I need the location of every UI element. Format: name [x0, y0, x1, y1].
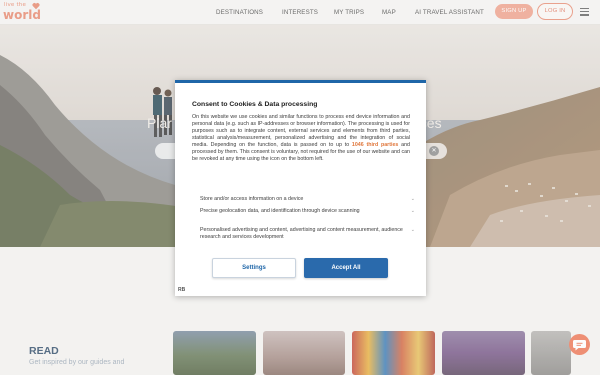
consent-option-storage[interactable]: Store and/or access information on a dev… [200, 196, 415, 203]
consent-option-label: Store and/or access information on a dev… [200, 196, 304, 202]
consent-option-label: Personalised advertising and content, ad… [200, 227, 403, 240]
consent-option-label: Precise geolocation data, and identifica… [200, 208, 360, 214]
accept-all-button[interactable]: Accept All [304, 258, 388, 278]
third-parties-link[interactable]: 1046 third parties [352, 142, 398, 148]
cookie-consent-dialog: Consent to Cookies & Data processing On … [175, 80, 426, 296]
chevron-down-icon: ⌄ [410, 227, 415, 233]
consent-option-advertising[interactable]: Personalised advertising and content, ad… [200, 227, 415, 241]
settings-button[interactable]: Settings [212, 258, 296, 278]
chevron-down-icon: ⌄ [410, 196, 415, 202]
consent-body: On this website we use cookies and simil… [192, 114, 410, 163]
chevron-down-icon: ⌄ [410, 208, 415, 214]
consent-provider-badge[interactable]: RB [178, 287, 185, 293]
consent-title: Consent to Cookies & Data processing [192, 101, 318, 108]
consent-option-geolocation[interactable]: Precise geolocation data, and identifica… [200, 208, 415, 215]
